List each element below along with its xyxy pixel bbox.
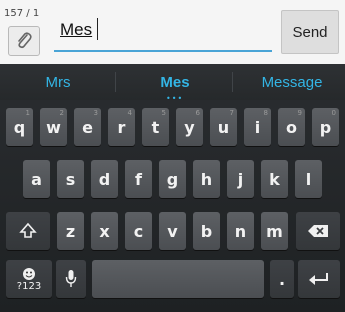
key-label: e (82, 117, 93, 137)
key-label: d (98, 169, 111, 189)
key-r[interactable]: r4 (108, 108, 135, 146)
key-hint: 5 (161, 109, 166, 117)
backspace-icon (308, 225, 328, 237)
key-v[interactable]: v (159, 212, 186, 250)
key-i[interactable]: i8 (244, 108, 271, 146)
key-label: n (234, 221, 247, 241)
key-w[interactable]: w2 (40, 108, 67, 146)
suggestion-2[interactable]: Mes (145, 74, 205, 91)
key-s[interactable]: s (57, 160, 84, 198)
key-hint: 9 (297, 109, 302, 117)
key-label: f (135, 169, 142, 189)
key-hint: 4 (127, 109, 132, 117)
key-u[interactable]: u7 (210, 108, 237, 146)
period-key[interactable]: . (270, 260, 294, 298)
voice-input-key[interactable] (56, 260, 86, 298)
key-label: q (13, 117, 26, 137)
soft-keyboard: Mrs Mes ••• Message q1w2e3r4t5y6u7i8o9p0… (0, 64, 345, 312)
key-o[interactable]: o9 (278, 108, 305, 146)
key-label: r (117, 117, 126, 137)
key-hint: 7 (229, 109, 234, 117)
key-label: a (31, 169, 42, 189)
text-cursor (97, 18, 98, 40)
key-z[interactable]: z (57, 212, 84, 250)
shift-icon (19, 222, 37, 238)
key-b[interactable]: b (193, 212, 220, 250)
microphone-icon (65, 270, 77, 287)
suggestion-divider (115, 72, 116, 92)
delete-key[interactable] (296, 212, 340, 250)
key-label: b (200, 221, 213, 241)
key-x[interactable]: x (91, 212, 118, 250)
suggestion-divider (232, 72, 233, 92)
key-p[interactable]: p0 (312, 108, 339, 146)
enter-key[interactable] (298, 260, 340, 298)
key-y[interactable]: y6 (176, 108, 203, 146)
key-hint: 2 (59, 109, 64, 117)
emoji-icon (23, 267, 35, 280)
key-j[interactable]: j (227, 160, 254, 198)
key-l[interactable]: l (295, 160, 322, 198)
key-c[interactable]: c (125, 212, 152, 250)
key-label: v (167, 221, 178, 241)
enter-icon (309, 273, 328, 285)
key-hint: 6 (195, 109, 200, 117)
key-label: y (184, 117, 195, 137)
key-label: g (166, 169, 179, 189)
key-e[interactable]: e3 (74, 108, 101, 146)
key-g[interactable]: g (159, 160, 186, 198)
key-q[interactable]: q1 (6, 108, 33, 146)
key-hint: 3 (93, 109, 98, 117)
paperclip-icon (18, 32, 32, 49)
key-n[interactable]: n (227, 212, 254, 250)
key-h[interactable]: h (193, 160, 220, 198)
key-label: u (217, 117, 230, 137)
symbols-emoji-key[interactable]: ?123 (6, 260, 52, 298)
key-a[interactable]: a (23, 160, 50, 198)
key-f[interactable]: f (125, 160, 152, 198)
key-t[interactable]: t5 (142, 108, 169, 146)
key-k[interactable]: k (261, 160, 288, 198)
symbols-label: ?123 (16, 280, 42, 292)
key-label: h (200, 169, 213, 189)
attach-button[interactable] (8, 26, 40, 56)
key-label: x (99, 221, 110, 241)
key-label: l (305, 169, 312, 189)
key-label: k (269, 169, 280, 189)
space-key[interactable] (92, 260, 264, 298)
key-hint: 0 (331, 109, 336, 117)
suggestion-strip: Mrs Mes ••• Message (0, 64, 345, 103)
key-hint: 8 (263, 109, 268, 117)
sms-compose-screen: 157 / 1 Mes Send Mrs Mes ••• Message q1w… (0, 0, 345, 312)
key-m[interactable]: m (261, 212, 288, 250)
character-counter: 157 / 1 (4, 8, 40, 19)
key-label: t (151, 117, 160, 137)
key-hint: 1 (25, 109, 30, 117)
key-label: i (254, 117, 261, 137)
key-label: w (46, 117, 61, 137)
suggestion-more-dots: ••• (166, 94, 184, 103)
key-label: j (237, 169, 244, 189)
key-label: o (286, 117, 297, 137)
send-button[interactable]: Send (281, 10, 339, 54)
message-input[interactable]: Mes (54, 12, 272, 52)
key-label: s (65, 169, 76, 189)
key-label: z (65, 221, 76, 241)
key-label: m (266, 221, 283, 241)
key-label: c (133, 221, 144, 241)
shift-key[interactable] (6, 212, 50, 250)
key-label: p (319, 117, 332, 137)
key-d[interactable]: d (91, 160, 118, 198)
compose-bar: 157 / 1 Mes Send (0, 0, 345, 64)
message-text: Mes (60, 20, 93, 39)
suggestion-1[interactable]: Mrs (28, 74, 88, 91)
suggestion-3[interactable]: Message (252, 74, 332, 91)
